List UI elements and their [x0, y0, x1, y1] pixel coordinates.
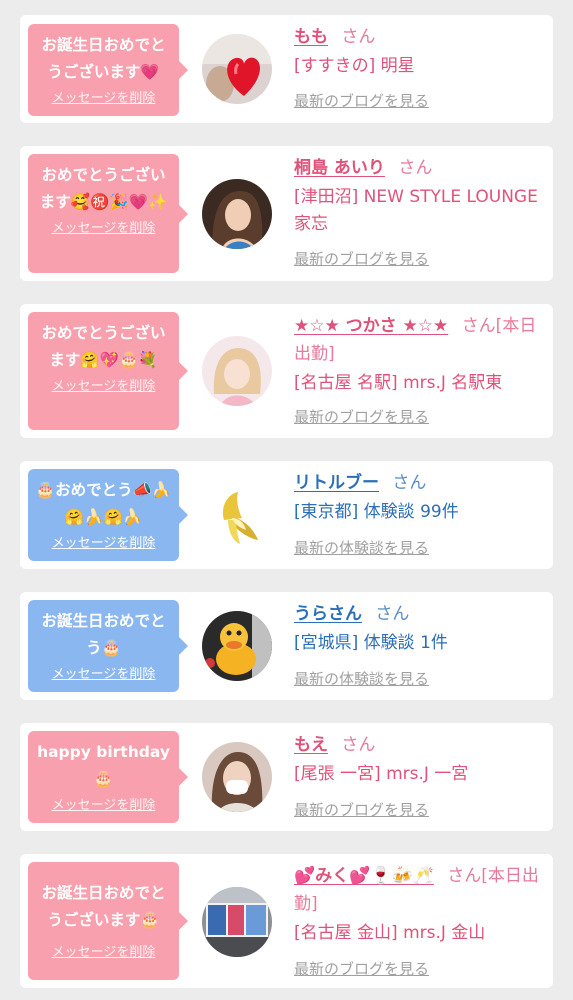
greeting-card: 🎂おめでとう📣🍌🤗🍌🤗🍌 メッセージを削除 リトルブー さん [東京都] 体験談… — [20, 461, 553, 569]
profile-name-link[interactable]: ★☆★ つかさ ★☆★ — [294, 316, 448, 336]
message-text: happy birthday🎂 — [37, 743, 170, 788]
honorific-label: さん — [341, 735, 376, 755]
honorific-label: さん — [341, 27, 376, 47]
latest-blog-link[interactable]: 最新のブログを見る — [294, 407, 429, 427]
delete-message-link[interactable]: メッセージを削除 — [34, 944, 173, 962]
greeting-card: おめでとうございます🥰㊗️🎉💗✨ メッセージを削除 桐島 あいり さん [津田沼… — [20, 146, 553, 281]
scrollbar[interactable] — [568, 0, 571, 1000]
message-bubble: お誕生日おめでとうございます🎂 メッセージを削除 — [28, 862, 188, 980]
honorific-label: さん — [392, 473, 427, 493]
message-text: お誕生日おめでとうございます🎂 — [41, 884, 166, 929]
honorific-label: さん — [375, 604, 410, 624]
shop-label: [名古屋 名駅] mrs.J 名駅東 — [294, 373, 503, 393]
profile-name-link[interactable]: もえ — [294, 735, 328, 755]
banana-photo-icon — [202, 480, 272, 550]
profile-info: リトルブー さん [東京都] 体験談 99件 — [294, 469, 545, 526]
latest-blog-link[interactable]: 最新のブログを見る — [294, 91, 429, 111]
shop-label: [宮城県] 体験談 1件 — [294, 633, 448, 653]
profile-name-link[interactable]: うらさん — [294, 604, 362, 624]
shop-label: [津田沼] NEW STYLE LOUNGE 家忘 — [294, 187, 538, 234]
delete-message-link[interactable]: メッセージを削除 — [34, 378, 173, 396]
avatar[interactable] — [202, 742, 272, 812]
profile-info: うらさん さん [宮城県] 体験談 1件 — [294, 600, 545, 657]
avatar[interactable] — [202, 336, 272, 406]
duck-toy-photo-icon — [202, 611, 272, 681]
shop-label: [名古屋 金山] mrs.J 金山 — [294, 923, 486, 943]
latest-blog-link[interactable]: 最新のブログを見る — [294, 959, 429, 979]
avatar[interactable] — [202, 179, 272, 249]
message-text: おめでとうございます🥰㊗️🎉💗✨ — [39, 166, 168, 211]
greeting-card: happy birthday🎂 メッセージを削除 もえ さん [尾張 一宮] m… — [20, 723, 553, 831]
greeting-card: お誕生日おめでとう🎂 メッセージを削除 うらさん さん [宮城県] 体験談 1件… — [20, 592, 553, 700]
delete-message-link[interactable]: メッセージを削除 — [34, 666, 173, 684]
latest-blog-link[interactable]: 最新のブログを見る — [294, 249, 429, 269]
shop-label: [東京都] 体験談 99件 — [294, 502, 459, 522]
profile-info: 桐島 あいり さん [津田沼] NEW STYLE LOUNGE 家忘 — [294, 154, 545, 238]
profile-info: もも さん [すすきの] 明星 — [294, 23, 545, 80]
delete-message-link[interactable]: メッセージを削除 — [34, 535, 173, 553]
message-bubble: 🎂おめでとう📣🍌🤗🍌🤗🍌 メッセージを削除 — [28, 469, 188, 561]
delete-message-link[interactable]: メッセージを削除 — [34, 797, 173, 815]
billboard-photo-icon — [202, 887, 272, 957]
delete-message-link[interactable]: メッセージを削除 — [34, 90, 173, 108]
message-text: おめでとうございます🤗💖🎂💐 — [41, 324, 166, 369]
avatar[interactable] — [202, 480, 272, 550]
message-text: お誕生日おめでとうございます💗 — [41, 36, 166, 81]
message-text: 🎂おめでとう📣🍌🤗🍌🤗🍌 — [35, 481, 172, 526]
message-bubble: おめでとうございます🥰㊗️🎉💗✨ メッセージを削除 — [28, 154, 188, 273]
message-text: お誕生日おめでとう🎂 — [41, 612, 166, 657]
greeting-list: お誕生日おめでとうございます💗 メッセージを削除 もも さん [すすきの] 明星… — [0, 0, 573, 1000]
message-bubble: お誕生日おめでとう🎂 メッセージを削除 — [28, 600, 188, 692]
profile-info: 💕みく💕🍷🍻🥂 さん[本日出勤] [名古屋 金山] mrs.J 金山 — [294, 862, 545, 947]
greeting-card: お誕生日おめでとうございます💗 メッセージを削除 もも さん [すすきの] 明星… — [20, 15, 553, 123]
profile-name-link[interactable]: もも — [294, 27, 328, 47]
heart-balloon-photo-icon — [202, 34, 272, 104]
latest-review-link[interactable]: 最新の体験談を見る — [294, 669, 429, 689]
greeting-card: お誕生日おめでとうございます🎂 メッセージを削除 💕みく💕🍷🍻🥂 さん[本日出勤… — [20, 854, 553, 988]
message-bubble: お誕生日おめでとうございます💗 メッセージを削除 — [28, 24, 188, 116]
message-bubble: おめでとうございます🤗💖🎂💐 メッセージを削除 — [28, 312, 188, 430]
profile-name-link[interactable]: 桐島 あいり — [294, 158, 385, 178]
avatar[interactable] — [202, 611, 272, 681]
message-bubble: happy birthday🎂 メッセージを削除 — [28, 731, 188, 823]
shop-label: [尾張 一宮] mrs.J 一宮 — [294, 764, 469, 784]
greeting-card: おめでとうございます🤗💖🎂💐 メッセージを削除 ★☆★ つかさ ★☆★ さん[本… — [20, 304, 553, 438]
woman-portrait-photo-icon — [202, 179, 272, 249]
profile-info: ★☆★ つかさ ★☆★ さん[本日出勤] [名古屋 名駅] mrs.J 名駅東 — [294, 312, 545, 397]
profile-name-link[interactable]: リトルブー — [294, 473, 379, 493]
latest-blog-link[interactable]: 最新のブログを見る — [294, 800, 429, 820]
honorific-label: さん — [398, 158, 433, 178]
delete-message-link[interactable]: メッセージを削除 — [34, 220, 173, 238]
profile-info: もえ さん [尾張 一宮] mrs.J 一宮 — [294, 731, 545, 788]
avatar[interactable] — [202, 34, 272, 104]
avatar[interactable] — [202, 887, 272, 957]
woman-portrait-photo-icon — [202, 336, 272, 406]
profile-name-link[interactable]: 💕みく💕🍷🍻🥂 — [294, 866, 434, 886]
masked-woman-photo-icon — [202, 742, 272, 812]
latest-review-link[interactable]: 最新の体験談を見る — [294, 538, 429, 558]
shop-label: [すすきの] 明星 — [294, 56, 415, 76]
